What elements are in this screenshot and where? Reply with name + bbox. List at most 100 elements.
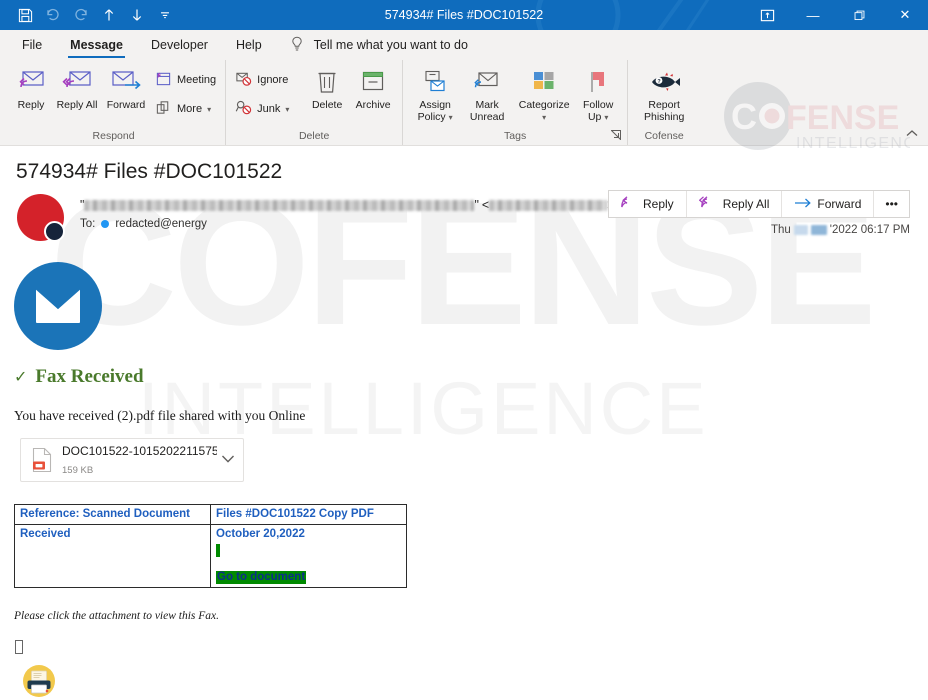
attachment-name: DOC101522-1015202211575...: [62, 444, 217, 458]
previous-item-icon[interactable]: [96, 3, 122, 27]
menu-item-message[interactable]: Message: [56, 30, 137, 60]
chevron-down-icon: ▾: [542, 113, 546, 122]
forward-action[interactable]: Forward: [782, 191, 874, 217]
menu-item-file[interactable]: File: [8, 30, 56, 60]
timestamp-redacted-day: [794, 225, 808, 235]
junk-button-label: Junk: [257, 103, 280, 115]
assign-policy-icon: [421, 67, 449, 97]
ribbon-group-cofense: ? Report Phishing Cofense: [627, 60, 700, 145]
close-button[interactable]: ✕: [882, 0, 928, 30]
restore-button[interactable]: [836, 0, 882, 30]
tags-dialog-launcher[interactable]: [611, 130, 621, 143]
meeting-calendar-icon: [155, 70, 172, 90]
junk-icon: [235, 99, 252, 119]
categorize-button-label: Categorize: [519, 99, 570, 111]
more-button-label: More: [177, 103, 202, 115]
missing-glyph-box: [15, 640, 23, 654]
chevron-down-icon: ▾: [604, 113, 608, 122]
attachment-chip[interactable]: DOC101522-1015202211575... 159 KB: [20, 438, 244, 482]
reading-pane: COFENSE INTELLIGENCE 574934# Files #DOC1…: [0, 146, 928, 700]
reply-all-envelope-icon: [62, 67, 92, 97]
table-cell-received-value: October 20,2022 Go to document: [211, 525, 407, 588]
ribbon-group-cofense-label: Cofense: [634, 127, 694, 145]
sender-line[interactable]: " " < >: [80, 198, 615, 212]
report-phishing-button[interactable]: ? Report Phishing: [634, 63, 694, 123]
ignore-button-label: Ignore: [257, 74, 288, 86]
avatar[interactable]: [14, 194, 72, 252]
ribbon-group-delete: Ignore Junk ▾ Delete: [225, 60, 402, 145]
tell-me-text: Tell me what you want to do: [314, 38, 468, 52]
reply-action-label: Reply: [643, 197, 674, 211]
pdf-file-icon: [31, 447, 53, 473]
archive-box-icon: [360, 67, 386, 97]
menu-item-help[interactable]: Help: [222, 30, 276, 60]
message-actions: Reply Reply All Forward •••: [608, 190, 910, 218]
more-actions-button[interactable]: •••: [874, 191, 909, 217]
next-item-icon[interactable]: [124, 3, 150, 27]
customize-qat-icon[interactable]: [152, 3, 178, 27]
sender-quote-close: ": [474, 198, 478, 212]
archive-button[interactable]: Archive: [350, 63, 396, 111]
svg-text:C: C: [731, 96, 757, 137]
junk-button[interactable]: Junk ▾: [232, 97, 304, 121]
svg-text:?: ?: [657, 79, 660, 85]
forward-button[interactable]: Forward: [100, 63, 152, 111]
reply-button[interactable]: Reply: [8, 63, 54, 111]
delete-small-buttons: Ignore Junk ▾: [232, 63, 304, 121]
timestamp-suffix: '2022 06:17 PM: [830, 224, 910, 236]
delete-button[interactable]: Delete: [304, 63, 350, 111]
status-badge: ✓ Fax Received: [14, 366, 928, 388]
assign-policy-button[interactable]: Assign Policy ▾: [409, 63, 461, 124]
table-cell-reference-value: Files #DOC101522 Copy PDF: [211, 505, 407, 525]
timestamp-redacted-month: [811, 225, 827, 235]
table-row: Reference: Scanned Document Files #DOC10…: [15, 505, 407, 525]
mark-unread-button-label: Mark Unread: [461, 99, 513, 123]
meeting-button[interactable]: Meeting: [152, 68, 219, 92]
table-row: Received October 20,2022 Go to document: [15, 525, 407, 588]
reply-all-arrow-icon: [699, 196, 717, 213]
go-to-document-link[interactable]: Go to document: [216, 571, 306, 584]
ribbon-group-respond-label: Respond: [8, 127, 219, 145]
intro-text: You have received (2).pdf file shared wi…: [14, 408, 928, 424]
to-value[interactable]: redacted@energy: [115, 218, 207, 230]
ignore-button[interactable]: Ignore: [232, 68, 304, 92]
title-bar: 574934# Files #DOC101522 — ✕: [0, 0, 928, 30]
reply-all-button-label: Reply All: [57, 99, 98, 111]
menu-item-developer[interactable]: Developer: [137, 30, 222, 60]
menu-bar: File Message Developer Help Tell me what…: [0, 30, 928, 60]
follow-up-button-label: Follow Up: [583, 99, 613, 123]
mark-unread-button[interactable]: Mark Unread: [461, 63, 513, 123]
ribbon-collapse-button[interactable]: [906, 129, 918, 141]
chevron-down-icon: ▾: [449, 113, 453, 122]
chevron-down-icon: ▾: [207, 105, 211, 114]
categorize-button[interactable]: Categorize ▾: [513, 63, 575, 124]
phish-fish-icon: ?: [646, 67, 682, 97]
chevron-down-icon[interactable]: [217, 453, 235, 467]
sender-email-redacted: [489, 200, 607, 211]
tell-me-search[interactable]: Tell me what you want to do: [290, 36, 468, 54]
save-icon[interactable]: [12, 3, 38, 27]
forward-envelope-icon: [110, 67, 142, 97]
printer-icon: [22, 664, 56, 698]
undo-icon: [40, 3, 66, 27]
redo-icon: [68, 3, 94, 27]
sender-name-redacted: [84, 200, 474, 211]
meeting-button-label: Meeting: [177, 74, 216, 86]
to-label: To:: [80, 218, 95, 230]
reply-envelope-icon: [16, 67, 46, 97]
table-cell-reference-label: Reference: Scanned Document: [15, 505, 211, 525]
reply-action[interactable]: Reply: [609, 191, 687, 217]
ribbon: Reply Reply All Forward Meetin: [0, 60, 928, 146]
blue-envelope-circle-icon: [14, 262, 102, 350]
attachment-size: 159 KB: [62, 465, 93, 476]
reply-all-button[interactable]: Reply All: [54, 63, 100, 111]
quick-access-toolbar: [0, 3, 178, 27]
status-title: Fax Received: [35, 366, 143, 388]
respond-small-buttons: Meeting More ▾: [152, 63, 219, 121]
more-button[interactable]: More ▾: [152, 97, 219, 121]
touch-mode-icon[interactable]: [744, 0, 790, 30]
reply-all-action[interactable]: Reply All: [687, 191, 783, 217]
ribbon-group-delete-label: Delete: [232, 127, 396, 145]
minimize-button[interactable]: —: [790, 0, 836, 30]
follow-up-button[interactable]: Follow Up ▾: [575, 63, 621, 124]
